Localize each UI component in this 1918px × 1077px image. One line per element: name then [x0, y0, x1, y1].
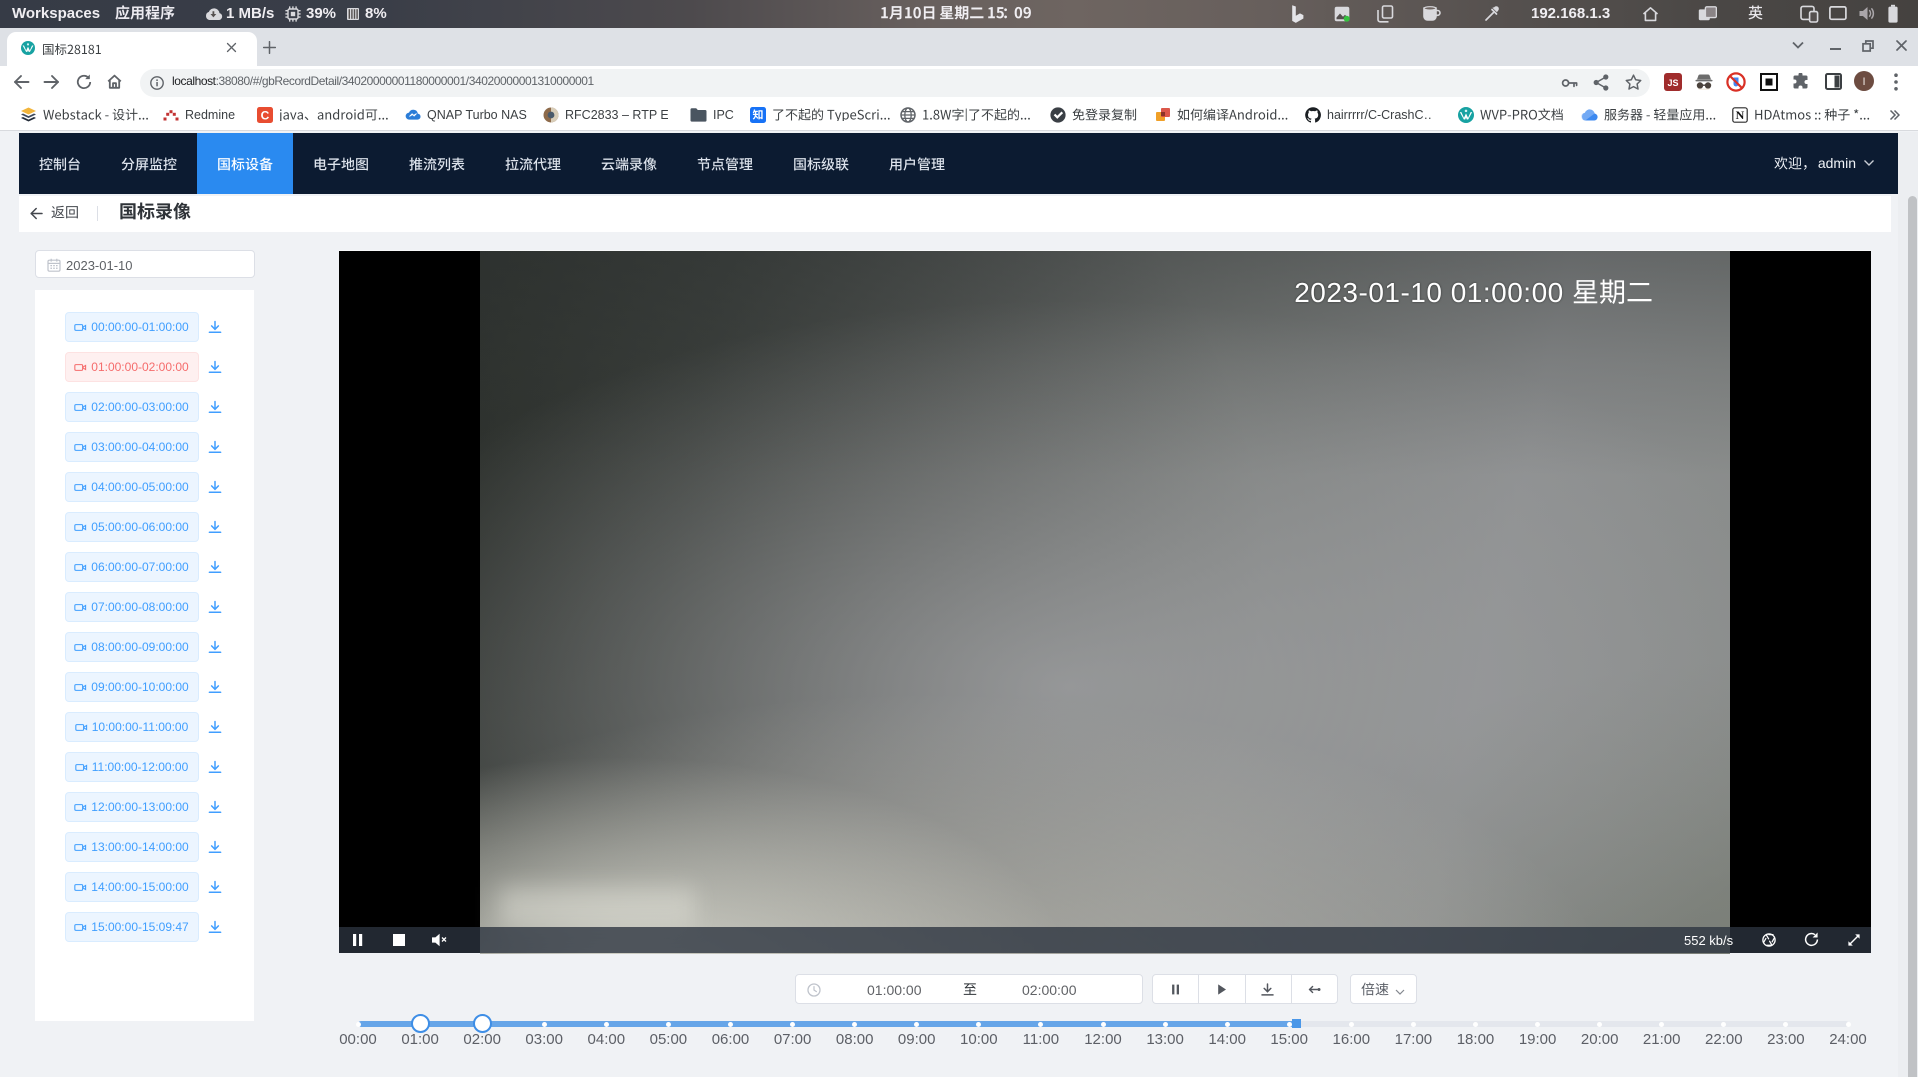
svg-text:JS: JS: [1667, 78, 1678, 88]
svg-text:I: I: [1862, 76, 1865, 88]
svg-text:C: C: [261, 109, 270, 123]
svg-text:N: N: [1736, 108, 1745, 122]
